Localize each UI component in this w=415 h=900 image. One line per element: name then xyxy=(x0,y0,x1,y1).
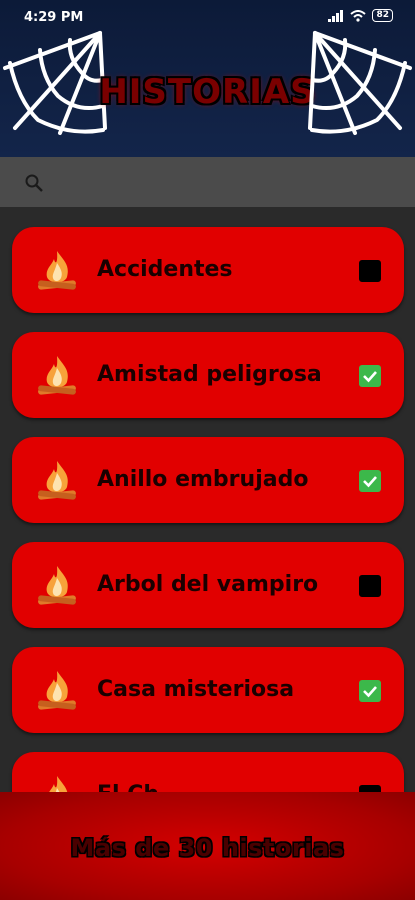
story-card[interactable]: Anillo embrujado xyxy=(12,437,404,523)
story-title: Accidentes xyxy=(97,257,233,282)
campfire-icon xyxy=(38,671,76,710)
story-card[interactable]: El Ch xyxy=(12,752,404,792)
checkmark-icon xyxy=(363,686,377,698)
story-title: Anillo embrujado xyxy=(97,467,309,492)
story-card[interactable]: Accidentes xyxy=(12,227,404,313)
story-card[interactable]: Amistad peligrosa xyxy=(12,332,404,418)
story-card[interactable]: Casa misteriosa xyxy=(12,647,404,733)
signal-icon xyxy=(328,9,344,22)
spiderweb-right-icon xyxy=(308,31,412,135)
favorite-checkbox[interactable] xyxy=(359,470,381,492)
checkmark-icon xyxy=(363,476,377,488)
campfire-icon xyxy=(38,251,76,290)
story-list: Accidentes Amistad peligrosa Anillo embr… xyxy=(0,207,415,792)
favorite-checkbox[interactable] xyxy=(359,680,381,702)
battery-icon: 82 xyxy=(372,9,393,22)
search-icon[interactable] xyxy=(24,173,44,193)
promo-banner-text: Más de 30 historias xyxy=(70,834,345,862)
campfire-icon xyxy=(49,776,68,792)
checkmark-icon xyxy=(363,371,377,383)
search-bar[interactable] xyxy=(0,157,415,207)
favorite-checkbox[interactable] xyxy=(359,260,381,282)
favorite-checkbox[interactable] xyxy=(359,575,381,597)
story-title: El Ch xyxy=(97,782,159,792)
wifi-icon xyxy=(350,9,367,22)
story-title: Arbol del vampiro xyxy=(97,572,319,597)
app-header: 4:29 PM 82 HISTORIAS xyxy=(0,0,415,157)
status-time: 4:29 PM xyxy=(24,10,84,25)
story-title: Casa misteriosa xyxy=(97,677,295,702)
favorite-checkbox[interactable] xyxy=(359,785,381,792)
promo-banner[interactable]: Más de 30 historias xyxy=(0,792,415,900)
campfire-icon xyxy=(38,461,76,500)
favorite-checkbox[interactable] xyxy=(359,365,381,387)
status-icons: 82 xyxy=(328,9,393,22)
story-card[interactable]: Arbol del vampiro xyxy=(12,542,404,628)
story-title: Amistad peligrosa xyxy=(97,362,322,387)
campfire-icon xyxy=(38,356,76,395)
campfire-icon xyxy=(38,566,76,605)
